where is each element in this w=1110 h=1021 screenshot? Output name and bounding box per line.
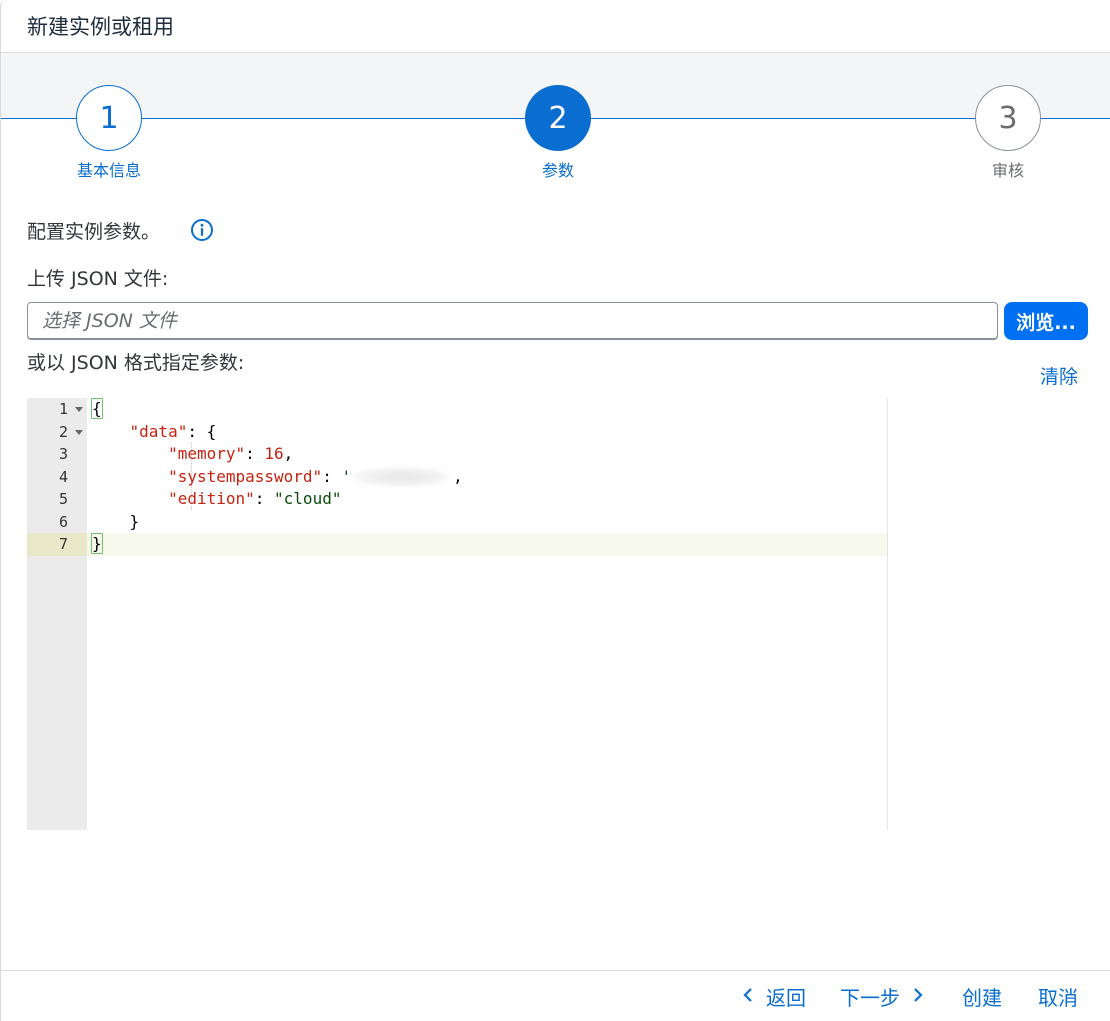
json-string-value: "cloud" (274, 489, 342, 508)
json-key: "systempassword" (168, 466, 323, 486)
code-line: "data": { (129, 421, 217, 441)
back-label: 返回 (766, 985, 806, 1010)
json-string-value: ' (341, 466, 352, 486)
cancel-button[interactable]: 取消 (1038, 982, 1078, 1011)
code-line: } (87, 511, 887, 534)
code-line: "memory": 16, (168, 444, 294, 463)
info-circle-icon[interactable] (190, 218, 214, 242)
line-number: 1 (27, 398, 87, 421)
json-key: "data" (129, 421, 188, 441)
close-brace: } (129, 511, 140, 531)
step-number: 2 (525, 85, 591, 151)
parameters-form: 配置实例参数。 上传 JSON 文件: 浏览... 或以 JSON 格式指定参数… (27, 212, 1088, 394)
description-text: 配置实例参数。 (27, 220, 161, 243)
json-key: "memory" (168, 444, 246, 463)
step-label: 参数 (541, 161, 574, 180)
fold-arrow-icon[interactable] (75, 407, 83, 412)
json-code-editor[interactable]: 1 2 3 4 5 6 7 { "data": { "memory": 16, … (27, 398, 888, 830)
redacted-value-mask (351, 467, 452, 487)
line-number: 4 (58, 467, 68, 486)
dialog-footer: 返回 下一步 创建 取消 (1, 970, 1110, 1021)
line-number: 6 (58, 512, 68, 531)
json-params-row: 或以 JSON 格式指定参数: 清除 (27, 348, 1088, 394)
json-file-input[interactable] (27, 302, 999, 340)
chevron-right-icon (912, 984, 924, 1008)
code-line: { (87, 398, 887, 421)
browse-button[interactable]: 浏览... (1004, 302, 1088, 340)
description-row: 配置实例参数。 (27, 212, 1088, 248)
clear-button[interactable]: 清除 (1040, 362, 1078, 389)
line-number-active: 7 (27, 533, 87, 556)
line-number: 5 (58, 490, 68, 508)
code-line: "edition": "cloud" (168, 489, 342, 508)
line-number: 3 (58, 445, 68, 463)
next-step-button[interactable]: 下一步 (840, 982, 924, 1011)
json-key: "edition" (168, 489, 255, 508)
step-number: 3 (975, 85, 1041, 151)
back-button[interactable]: 返回 (742, 982, 806, 1011)
step-label: 基本信息 (76, 161, 141, 180)
upload-json-label: 上传 JSON 文件: (27, 268, 169, 290)
fold-arrow-icon[interactable] (75, 429, 83, 435)
upload-row: 浏览... (27, 302, 1088, 340)
dialog-title: 新建实例或租用 (1, 0, 1110, 53)
editor-code-area[interactable]: { "data": { "memory": 16, "systempasswor… (87, 398, 887, 830)
wizard-step-review[interactable]: 3 审核 (948, 85, 1068, 181)
step-label: 审核 (991, 161, 1024, 180)
open-brace: { (91, 398, 103, 419)
create-instance-dialog: 新建实例或租用 1 基本信息 2 参数 3 审核 配置实例参数。 上传 JSON… (0, 0, 1110, 1021)
close-brace: } (91, 533, 103, 554)
next-label: 下一步 (840, 985, 900, 1010)
editor-gutter: 1 2 3 4 5 6 7 (27, 398, 87, 830)
line-number: 2 (27, 421, 87, 444)
chevron-left-icon (742, 984, 754, 1008)
wizard-step-parameters[interactable]: 2 参数 (498, 85, 618, 181)
create-button[interactable]: 创建 (962, 982, 1002, 1011)
wizard-progress: 1 基本信息 2 参数 3 审核 (1, 53, 1110, 183)
wizard-step-basic-info[interactable]: 1 基本信息 (49, 85, 169, 181)
code-line: "systempassword": ', (168, 466, 463, 487)
code-line-active: } (87, 533, 887, 556)
json-number-value: 16 (264, 444, 284, 463)
json-params-label: 或以 JSON 格式指定参数: (27, 352, 245, 374)
step-number: 1 (76, 85, 142, 151)
